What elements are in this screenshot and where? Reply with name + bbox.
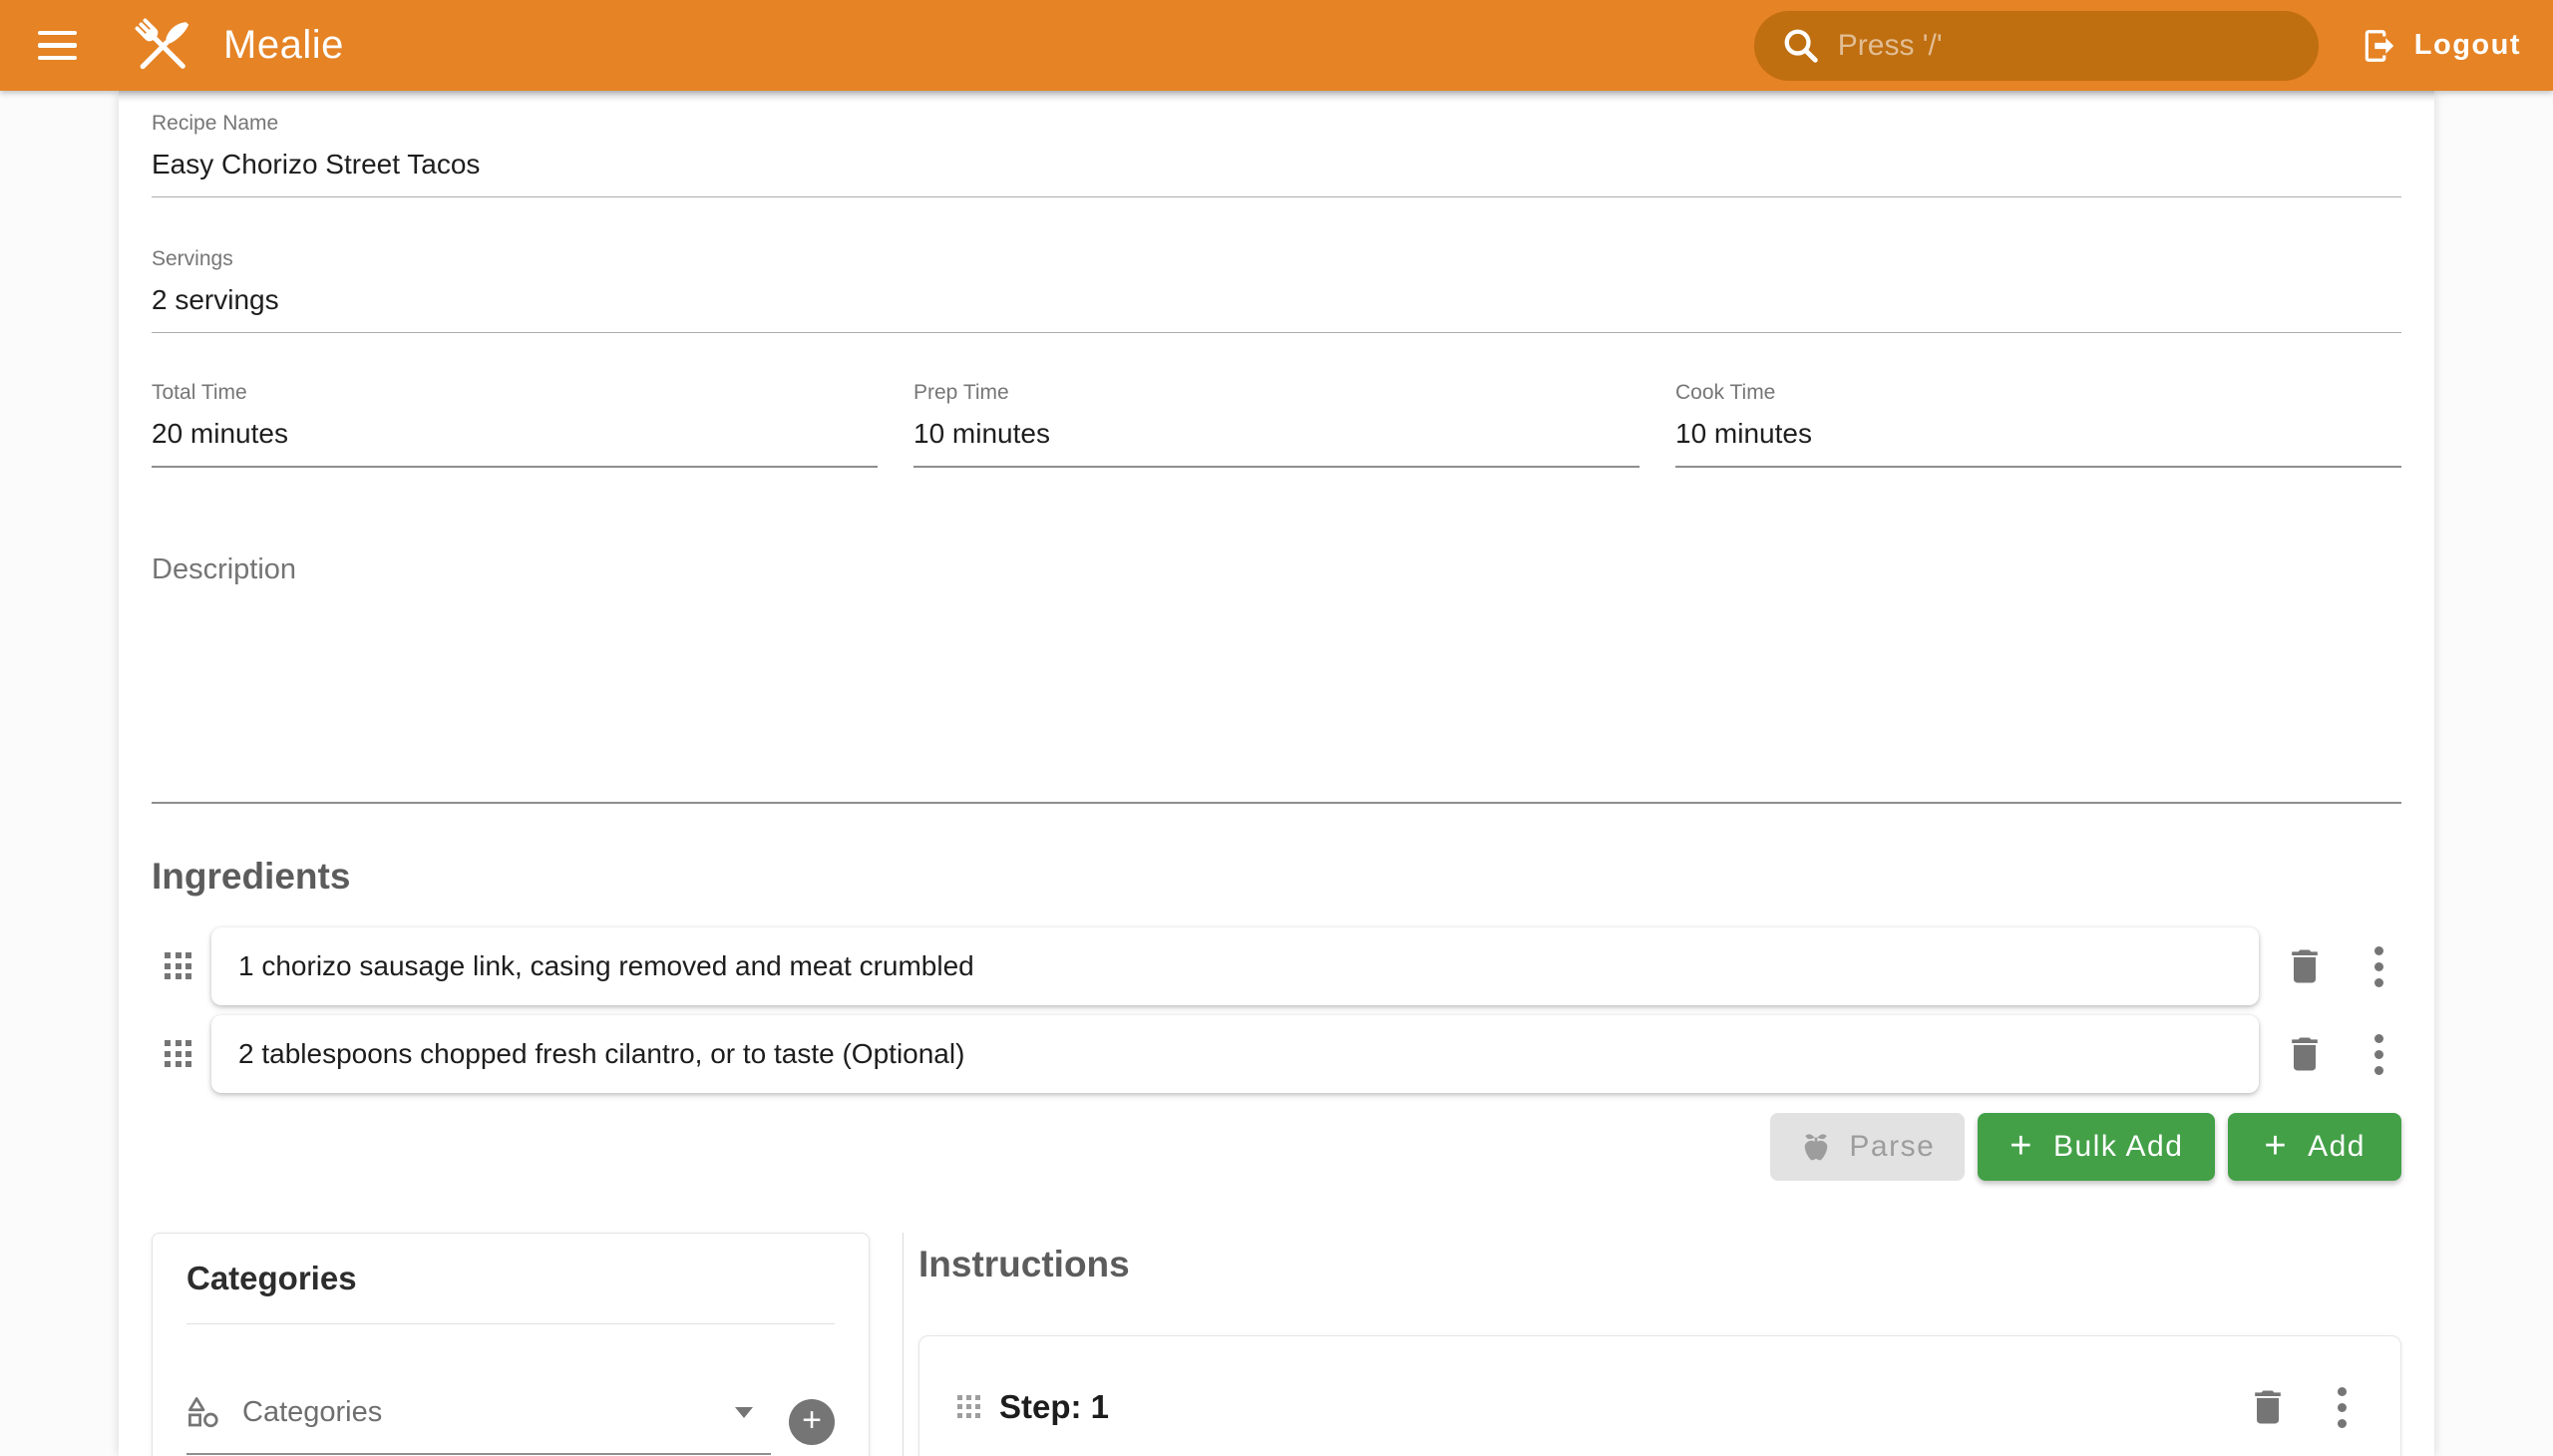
add-category-button[interactable]: + bbox=[789, 1399, 835, 1445]
logout-icon bbox=[2361, 27, 2398, 65]
prep-time-label: Prep Time bbox=[913, 381, 1640, 405]
bulk-add-button[interactable]: + Bulk Add bbox=[1978, 1113, 2215, 1181]
field-underline bbox=[152, 332, 2401, 333]
servings-input[interactable]: 2 servings bbox=[152, 284, 2401, 316]
app-bar: Mealie Press '/' Logout bbox=[0, 0, 2553, 91]
times-row: Total Time 20 minutes Prep Time 10 minut… bbox=[152, 381, 2401, 468]
logout-button[interactable]: Logout bbox=[2361, 27, 2521, 65]
categories-card: Categories Categories + bbox=[152, 1233, 870, 1456]
menu-icon[interactable] bbox=[38, 22, 86, 70]
description-field[interactable]: Description bbox=[152, 553, 2401, 804]
divider bbox=[186, 1323, 835, 1324]
instruction-step-card: Step: 1 Combine crumbled chorizo and chi… bbox=[918, 1335, 2401, 1456]
ingredients-list: 1 chorizo sausage link, casing removed a… bbox=[152, 927, 2401, 1093]
prep-time-field: Prep Time 10 minutes bbox=[913, 381, 1640, 468]
categories-card-title: Categories bbox=[186, 1260, 835, 1297]
app-title: Mealie bbox=[223, 23, 344, 68]
prep-time-input[interactable]: 10 minutes bbox=[913, 418, 1640, 450]
search-icon bbox=[1782, 27, 1820, 65]
parse-label: Parse bbox=[1849, 1130, 1935, 1164]
search-placeholder: Press '/' bbox=[1838, 29, 1943, 63]
ingredient-input[interactable]: 1 chorizo sausage link, casing removed a… bbox=[211, 927, 2259, 1005]
logout-label: Logout bbox=[2414, 29, 2521, 62]
plus-icon: + bbox=[2264, 1127, 2288, 1165]
trash-icon bbox=[2283, 944, 2327, 988]
categories-column: Categories Categories + bbox=[152, 1233, 903, 1456]
ingredient-row: 1 chorizo sausage link, casing removed a… bbox=[152, 927, 2401, 1005]
cook-time-input[interactable]: 10 minutes bbox=[1675, 418, 2401, 450]
categories-select[interactable]: Categories bbox=[186, 1395, 771, 1455]
field-underline bbox=[913, 466, 1640, 468]
parse-button[interactable]: Parse bbox=[1770, 1113, 1965, 1181]
recipe-name-field: Recipe Name Easy Chorizo Street Tacos bbox=[152, 91, 2401, 197]
apple-icon bbox=[1800, 1131, 1832, 1163]
field-underline bbox=[152, 466, 878, 468]
ingredient-input[interactable]: 2 tablespoons chopped fresh cilantro, or… bbox=[211, 1015, 2259, 1093]
delete-ingredient-button[interactable] bbox=[2282, 1031, 2328, 1077]
categories-select-row: Categories + bbox=[186, 1395, 835, 1455]
total-time-field: Total Time 20 minutes bbox=[152, 381, 878, 468]
mealie-logo-icon bbox=[126, 9, 199, 83]
delete-ingredient-button[interactable] bbox=[2282, 943, 2328, 989]
instructions-heading: Instructions bbox=[918, 1244, 2401, 1285]
plus-icon: + bbox=[802, 1403, 822, 1437]
trash-icon bbox=[2246, 1385, 2290, 1429]
recipe-editor-card: Recipe Name Easy Chorizo Street Tacos Se… bbox=[119, 91, 2434, 1456]
description-textarea[interactable] bbox=[152, 586, 2401, 786]
lower-section: Categories Categories + bbox=[152, 1233, 2401, 1456]
ingredient-menu-button[interactable] bbox=[2356, 1031, 2401, 1077]
chevron-down-icon bbox=[735, 1407, 753, 1418]
field-underline bbox=[1675, 466, 2401, 468]
total-time-label: Total Time bbox=[152, 381, 878, 405]
description-label: Description bbox=[152, 553, 2401, 586]
step-menu-button[interactable] bbox=[2319, 1384, 2365, 1430]
cook-time-field: Cook Time 10 minutes bbox=[1675, 381, 2401, 468]
shapes-icon bbox=[186, 1395, 220, 1429]
add-ingredient-button[interactable]: + Add bbox=[2228, 1113, 2401, 1181]
trash-icon bbox=[2283, 1032, 2327, 1076]
step-header: Step: 1 bbox=[919, 1336, 2400, 1430]
search-input[interactable]: Press '/' bbox=[1754, 11, 2319, 81]
ingredient-menu-button[interactable] bbox=[2356, 943, 2401, 989]
drag-handle-icon[interactable] bbox=[957, 1395, 981, 1419]
plus-icon: + bbox=[2009, 1127, 2033, 1165]
recipe-name-input[interactable]: Easy Chorizo Street Tacos bbox=[152, 149, 2401, 181]
kebab-icon bbox=[2374, 946, 2383, 987]
drag-handle-icon[interactable] bbox=[165, 952, 192, 980]
cook-time-label: Cook Time bbox=[1675, 381, 2401, 405]
field-underline bbox=[152, 196, 2401, 197]
kebab-icon bbox=[2338, 1387, 2347, 1428]
delete-step-button[interactable] bbox=[2245, 1384, 2291, 1430]
ingredients-heading: Ingredients bbox=[152, 856, 2401, 898]
kebab-icon bbox=[2374, 1034, 2383, 1075]
ingredient-row: 2 tablespoons chopped fresh cilantro, or… bbox=[152, 1015, 2401, 1093]
instructions-column: Instructions Step: 1 bbox=[904, 1233, 2401, 1456]
bulk-add-label: Bulk Add bbox=[2053, 1130, 2183, 1164]
total-time-input[interactable]: 20 minutes bbox=[152, 418, 878, 450]
servings-label: Servings bbox=[152, 247, 2401, 271]
field-underline bbox=[152, 802, 2401, 804]
ingredient-actions: Parse + Bulk Add + Add bbox=[152, 1113, 2401, 1181]
recipe-name-label: Recipe Name bbox=[152, 112, 2401, 136]
add-label: Add bbox=[2308, 1130, 2366, 1164]
drag-handle-icon[interactable] bbox=[165, 1040, 192, 1068]
servings-field: Servings 2 servings bbox=[152, 247, 2401, 333]
categories-select-label: Categories bbox=[242, 1396, 382, 1429]
step-title: Step: 1 bbox=[999, 1388, 1109, 1426]
